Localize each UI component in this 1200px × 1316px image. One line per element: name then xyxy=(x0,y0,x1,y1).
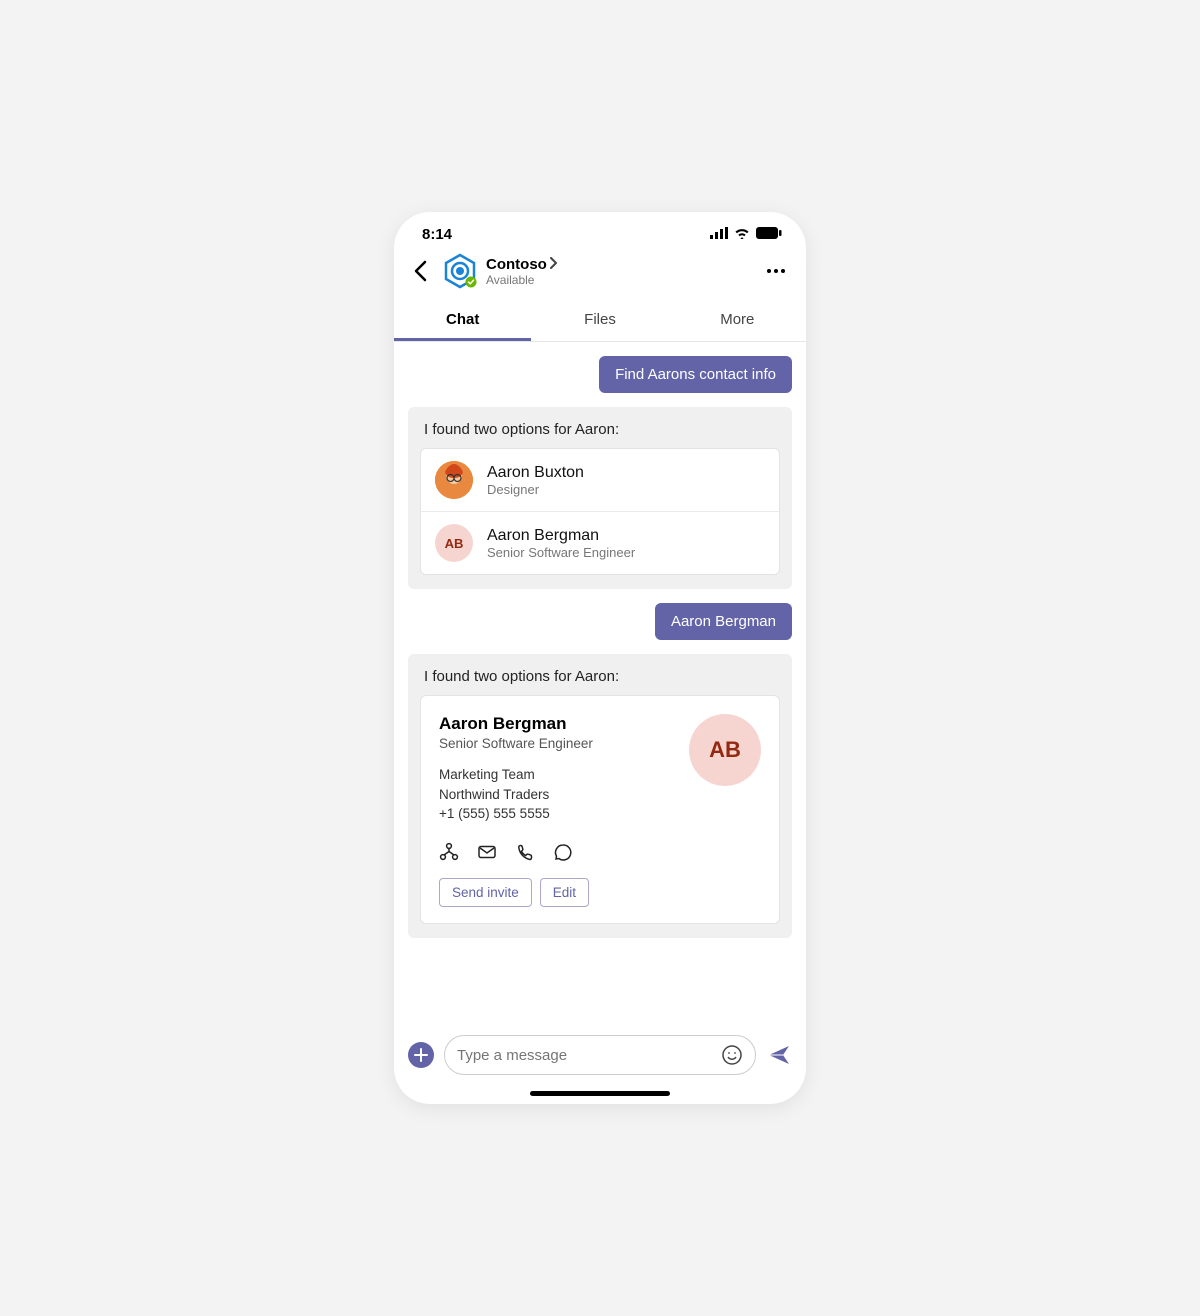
tab-chat[interactable]: Chat xyxy=(394,299,531,341)
chat-icon[interactable] xyxy=(553,842,573,862)
chevron-right-icon xyxy=(549,256,558,273)
wifi-icon xyxy=(734,226,750,243)
chat-header: Contoso Available xyxy=(394,247,806,291)
mail-icon[interactable] xyxy=(477,842,497,862)
signal-icon xyxy=(710,226,728,243)
phone-icon[interactable] xyxy=(515,842,535,862)
contact-team: Marketing Team xyxy=(439,765,593,785)
status-bar: 8:14 xyxy=(394,212,806,247)
send-button[interactable] xyxy=(766,1042,792,1068)
header-text[interactable]: Contoso Available xyxy=(486,256,754,287)
add-button[interactable] xyxy=(408,1042,434,1068)
composer xyxy=(394,1025,806,1081)
edit-button[interactable]: Edit xyxy=(540,878,589,907)
contact-company: Northwind Traders xyxy=(439,785,593,805)
chat-body[interactable]: Find Aarons contact info I found two opt… xyxy=(394,342,806,1025)
contact-avatar: AB xyxy=(689,714,761,786)
option-role: Senior Software Engineer xyxy=(487,545,635,560)
more-button[interactable] xyxy=(762,257,790,285)
contact-card: Aaron Bergman Senior Software Engineer M… xyxy=(420,695,780,924)
header-title: Contoso xyxy=(486,256,547,273)
bot-reply-options: I found two options for Aaron: Aaron B xyxy=(408,407,792,589)
bot-reply-contact: I found two options for Aaron: Aaron Ber… xyxy=(408,654,792,938)
option-row[interactable]: Aaron Buxton Designer xyxy=(421,449,779,511)
contact-buttons: Send invite Edit xyxy=(439,878,761,907)
org-chart-icon[interactable] xyxy=(439,842,459,862)
avatar-initials: AB xyxy=(435,524,473,562)
user-message: Find Aarons contact info xyxy=(599,356,792,393)
tab-more[interactable]: More xyxy=(669,299,806,341)
option-role: Designer xyxy=(487,482,584,497)
message-input[interactable] xyxy=(457,1047,713,1064)
status-time: 8:14 xyxy=(422,226,452,243)
bot-avatar[interactable] xyxy=(442,253,478,289)
avatar-photo xyxy=(435,461,473,499)
emoji-icon[interactable] xyxy=(721,1044,743,1066)
option-name: Aaron Buxton xyxy=(487,464,584,482)
phone-frame: 8:14 xyxy=(394,212,806,1104)
battery-icon xyxy=(756,226,782,243)
message-input-wrap[interactable] xyxy=(444,1035,756,1075)
home-indicator[interactable] xyxy=(530,1091,670,1096)
user-message: Aaron Bergman xyxy=(655,603,792,640)
options-card: Aaron Buxton Designer AB Aaron Bergman S… xyxy=(420,448,780,575)
contact-role: Senior Software Engineer xyxy=(439,736,593,751)
contact-name: Aaron Bergman xyxy=(439,714,593,734)
send-invite-button[interactable]: Send invite xyxy=(439,878,532,907)
tab-files[interactable]: Files xyxy=(531,299,668,341)
bot-intro-text: I found two options for Aaron: xyxy=(424,668,776,685)
option-row[interactable]: AB Aaron Bergman Senior Software Enginee… xyxy=(421,511,779,574)
header-subtitle: Available xyxy=(486,273,754,287)
status-indicators xyxy=(710,226,782,243)
contact-action-icons xyxy=(439,842,761,862)
bot-intro-text: I found two options for Aaron: xyxy=(424,421,776,438)
back-button[interactable] xyxy=(406,257,434,285)
tab-bar: Chat Files More xyxy=(394,299,806,342)
contact-phone: +1 (555) 555 5555 xyxy=(439,804,593,824)
contact-info: Marketing Team Northwind Traders +1 (555… xyxy=(439,765,593,824)
option-name: Aaron Bergman xyxy=(487,527,635,545)
